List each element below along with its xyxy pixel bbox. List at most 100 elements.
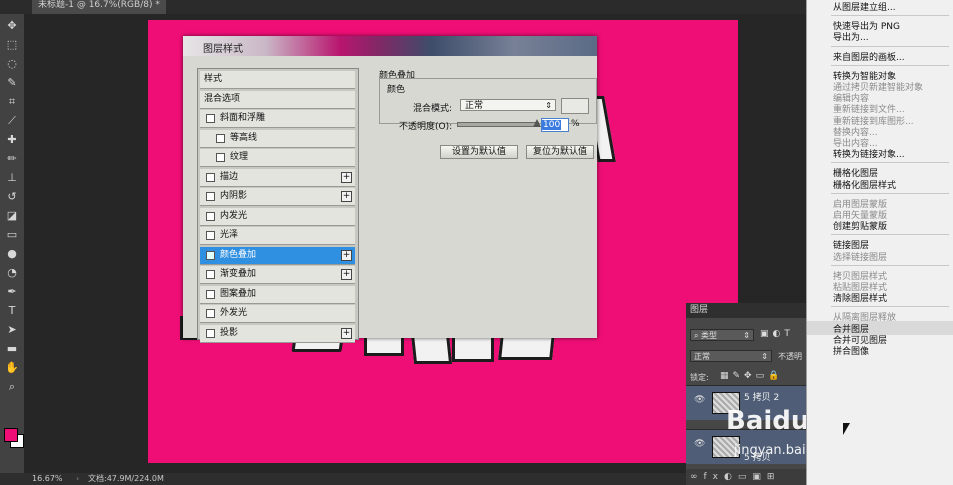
style-item-label: 光泽 (220, 230, 239, 240)
menu-item[interactable]: 来自图层的画板... (833, 50, 905, 63)
menu-separator (831, 15, 949, 17)
pen-icon[interactable]: ✒ (4, 284, 20, 299)
status-arrow-icon: › (76, 474, 80, 483)
style-item[interactable]: 投影 + (200, 324, 355, 343)
style-checkbox[interactable] (206, 328, 215, 338)
blur-icon[interactable]: ● (4, 246, 20, 261)
menu-item[interactable]: 导出为... (833, 30, 869, 43)
reset-default-button[interactable]: 复位为默认值 (526, 145, 594, 159)
layer-filter-select[interactable]: ⌕ 类型 ⇕ (690, 329, 754, 341)
opacity-input[interactable]: 100 (541, 118, 569, 132)
add-style-icon[interactable]: + (341, 327, 352, 339)
zoom-icon[interactable]: ⌕ (4, 379, 20, 394)
layer-opacity-label: 不透明 (778, 352, 802, 361)
layers-panel-title[interactable]: 图层 (686, 303, 806, 318)
style-checkbox[interactable] (206, 289, 215, 299)
style-checkbox[interactable] (206, 172, 215, 182)
style-item[interactable]: 纹理 (200, 149, 355, 167)
style-checkbox[interactable] (216, 153, 225, 162)
add-style-icon[interactable]: + (341, 171, 352, 183)
menu-item[interactable]: 转换为链接对象... (833, 147, 905, 160)
document-size: 文档:47.9M/224.0M (88, 474, 164, 483)
style-item[interactable]: 样式 (200, 71, 355, 89)
lasso-icon[interactable]: ◌ (4, 56, 20, 71)
menu-item[interactable]: 清除图层样式 (833, 291, 887, 304)
style-checkbox[interactable] (206, 114, 215, 123)
color-overlay-panel: 颜色叠加 颜色 混合模式: 正常 ⇕ 不透明度(O): 100 % 设置为默认值… (379, 64, 597, 338)
blend-mode-select[interactable]: 正常 ⇕ (460, 99, 556, 111)
dialog-title-bar[interactable]: 图层样式 (183, 36, 597, 56)
chevron-updown-icon: ⇕ (545, 101, 552, 110)
add-style-icon[interactable]: + (341, 191, 352, 202)
dodge-icon[interactable]: ◔ (4, 265, 20, 280)
eraser-icon[interactable]: ◪ (4, 208, 20, 223)
gradient-icon[interactable]: ▭ (4, 227, 20, 242)
style-item[interactable]: ✓ 颜色叠加 + (200, 246, 355, 265)
add-style-icon[interactable]: + (341, 269, 352, 280)
style-item-label: 内阴影 (220, 191, 248, 201)
quick-select-icon[interactable]: ✎ (4, 75, 20, 90)
marquee-icon[interactable]: ⬚ (4, 37, 20, 52)
menu-item[interactable]: 创建剪贴蒙版 (833, 219, 887, 232)
lock-icons[interactable]: ▦✎✥▭🔒 (720, 371, 783, 381)
hand-icon[interactable]: ✋ (4, 360, 20, 375)
eye-icon[interactable]: 👁 (694, 439, 705, 449)
search-icon: ⌕ (694, 331, 702, 340)
foreground-color-swatch[interactable] (4, 428, 18, 442)
crop-icon[interactable]: ⌗ (4, 94, 20, 109)
style-item[interactable]: 斜面和浮雕 (200, 110, 355, 128)
style-item-label: 渐变叠加 (220, 269, 257, 279)
opacity-label: 不透明度(O): (399, 122, 453, 132)
path-select-icon[interactable]: ➤ (4, 322, 20, 337)
move-icon[interactable]: ✥ (4, 18, 20, 33)
menu-separator (831, 192, 949, 194)
style-item[interactable]: 外发光 (200, 305, 355, 323)
zoom-level[interactable]: 16.67% (32, 473, 63, 485)
style-checkbox[interactable] (206, 309, 215, 318)
layer-blend-select[interactable]: 正常 ⇕ (690, 350, 772, 362)
type-icon[interactable]: T (4, 303, 20, 318)
opacity-slider-thumb[interactable] (533, 119, 541, 127)
style-item-label: 混合选项 (204, 93, 241, 104)
style-item[interactable]: 混合选项 (200, 90, 355, 109)
healing-icon[interactable]: ✚ (4, 132, 20, 147)
blend-mode-label: 混合模式: (413, 104, 453, 114)
style-checkbox[interactable] (206, 231, 215, 240)
opacity-slider-track[interactable] (457, 122, 539, 127)
style-item-label: 颜色叠加 (220, 249, 257, 260)
layers-footer-icons[interactable]: ∞fx◐▭▣⊞ (686, 469, 806, 485)
overlay-color-swatch[interactable] (561, 98, 589, 114)
style-item[interactable]: 内发光 (200, 207, 355, 226)
style-item[interactable]: 内阴影 + (200, 188, 355, 206)
brush-icon[interactable]: ✏ (4, 151, 20, 166)
menu-item[interactable]: 从图层建立组... (833, 0, 896, 13)
add-style-icon[interactable]: + (341, 249, 352, 261)
style-checkbox[interactable]: ✓ (206, 250, 215, 260)
style-checkbox[interactable] (216, 133, 225, 143)
style-item[interactable]: 光泽 (200, 227, 355, 245)
style-item-label: 斜面和浮雕 (220, 113, 266, 123)
history-brush-icon[interactable]: ↺ (4, 189, 20, 204)
chevron-updown-icon: ⇕ (743, 331, 750, 340)
style-item[interactable]: 等高线 (200, 129, 355, 148)
layer-filter-icons[interactable]: ▣◐T (760, 329, 806, 341)
style-item[interactable]: 描边 + (200, 168, 355, 187)
style-checkbox[interactable] (206, 211, 215, 221)
eyedropper-icon[interactable]: ⟋ (4, 113, 20, 128)
style-checkbox[interactable] (206, 192, 215, 201)
rectangle-icon[interactable]: ▬ (4, 341, 20, 356)
menu-item[interactable]: 栅格化图层样式 (833, 178, 896, 191)
menu-item[interactable]: 拼合图像 (833, 344, 869, 357)
style-checkbox[interactable] (206, 270, 215, 279)
set-default-button[interactable]: 设置为默认值 (440, 145, 518, 159)
menu-separator (831, 162, 949, 164)
eye-icon[interactable]: 👁 (694, 395, 705, 405)
chevron-updown-icon: ⇕ (761, 352, 768, 361)
style-item[interactable]: 渐变叠加 + (200, 266, 355, 284)
style-item[interactable]: 图案叠加 (200, 285, 355, 304)
clone-stamp-icon[interactable]: ⊥ (4, 170, 20, 185)
layer-blend-value: 正常 (694, 352, 710, 361)
opacity-unit: % (571, 119, 580, 129)
document-tab[interactable]: 未标题-1 @ 16.7%(RGB/8) * (32, 0, 166, 14)
layer-filter-value: 类型 (701, 331, 718, 340)
